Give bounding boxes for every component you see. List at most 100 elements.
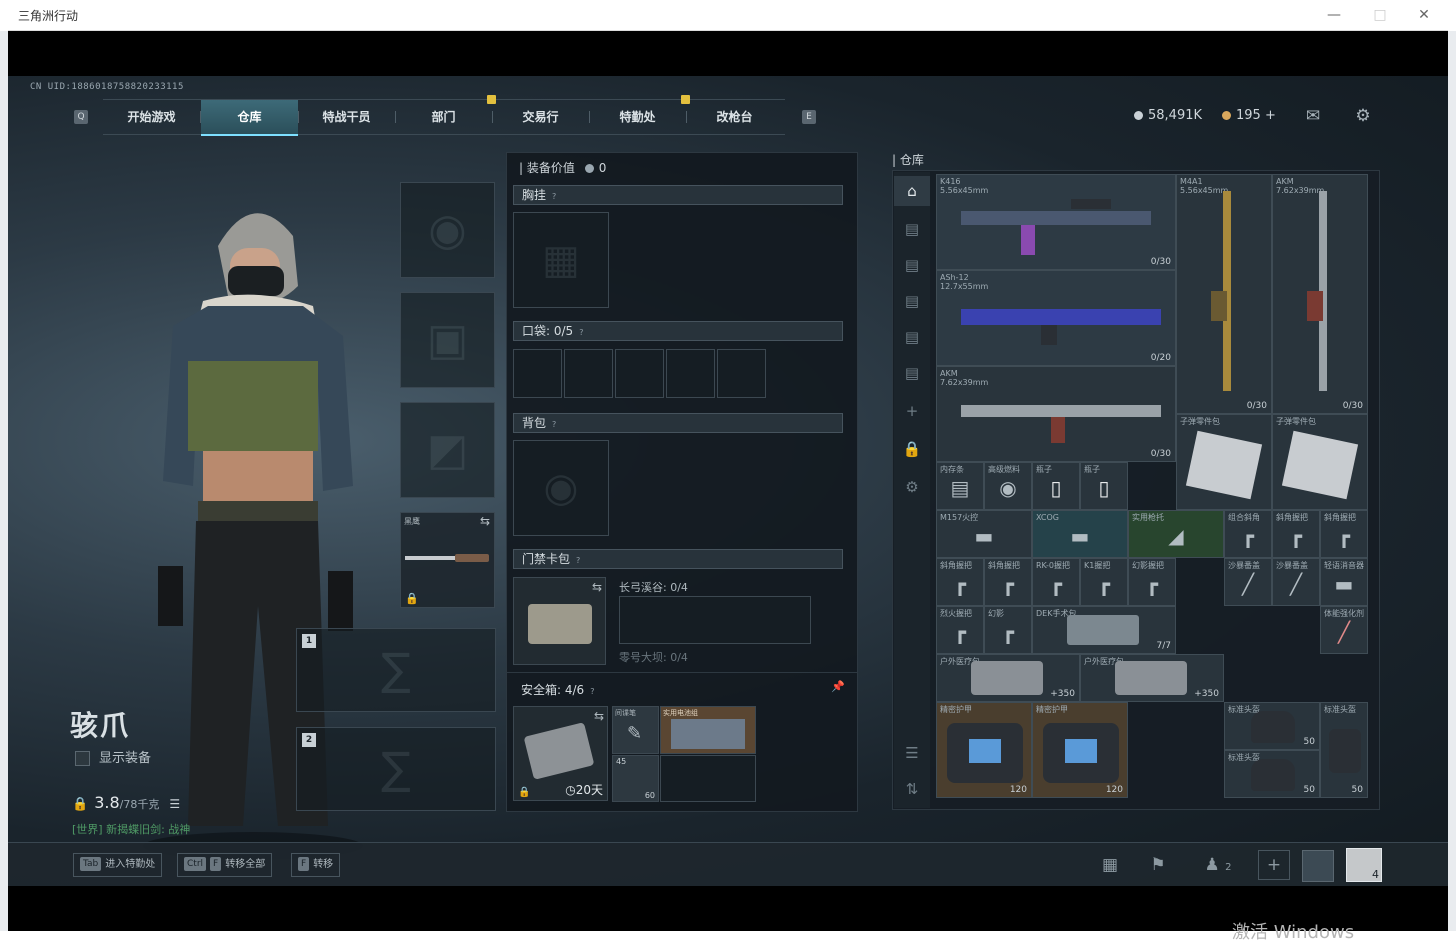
storage-item[interactable]: 瓶子 ▯ (1080, 462, 1128, 510)
storage-item[interactable]: 斜角握把 ┏ (1272, 510, 1320, 558)
helmet-slot[interactable]: ◉ (400, 182, 495, 278)
storage-item[interactable]: 实用枪托 ◢ (1128, 510, 1224, 558)
show-equipment-toggle[interactable]: 显示装备 (75, 747, 151, 766)
storage-item[interactable]: 轻语消音器 ▬ (1320, 558, 1368, 606)
storage-item[interactable]: K1握把 ┏ (1080, 558, 1128, 606)
storage-item[interactable]: 标准头盔 50 (1224, 750, 1320, 798)
pocket-slot[interactable] (717, 349, 766, 398)
storage-item[interactable]: 户外医疗包 +350 (936, 654, 1080, 702)
add-icon[interactable]: + (894, 396, 930, 426)
flag-icon[interactable]: ⚑ (1140, 850, 1176, 880)
nav-key-left[interactable]: Q (74, 110, 88, 124)
storage-category-icon[interactable]: ▤ (894, 250, 930, 280)
storage-category-icon[interactable]: ▤ (894, 322, 930, 352)
pocket-slot[interactable] (666, 349, 715, 398)
storage-category-icon[interactable]: ▤ (894, 214, 930, 244)
swap-icon[interactable]: ⇆ (592, 580, 602, 594)
layers-icon[interactable]: ☰ (894, 738, 930, 768)
storage-item[interactable]: 斜角握把 ┏ (936, 558, 984, 606)
checkbox[interactable] (75, 751, 90, 766)
player-avatar[interactable]: 4 (1346, 848, 1382, 882)
tab-special-ops[interactable]: 特勤处 (589, 100, 686, 134)
tab-department[interactable]: 部门 (395, 100, 492, 134)
tab-warehouse[interactable]: 仓库 (201, 100, 298, 136)
safebox-item[interactable]: 实用电池组 (660, 706, 756, 754)
armor-slot[interactable]: ▣ (400, 292, 495, 388)
storage-item[interactable]: 组合斜角 ┏ (1224, 510, 1272, 558)
safebox-slot[interactable]: ⇆ 🔒 ◷20天 (513, 706, 608, 801)
storage-item[interactable]: 户外医疗包 +350 (1080, 654, 1224, 702)
close-button[interactable]: ✕ (1414, 5, 1434, 25)
list-icon[interactable]: ☰ (169, 797, 180, 811)
backpack-slot[interactable]: ◉ (513, 440, 609, 536)
help-icon[interactable]: ? (552, 188, 556, 206)
secondary-weapon-slot[interactable]: 2 ∑ (296, 727, 496, 811)
storage-item[interactable]: 精密护甲 120 (1032, 702, 1128, 798)
hotkey-transfer-all[interactable]: Ctrl F 转移全部 (177, 853, 273, 877)
pistol-slot[interactable]: ◩ (400, 402, 495, 498)
key-slots[interactable] (619, 596, 811, 644)
storage-item[interactable]: M157火控 ▬ (936, 510, 1032, 558)
primary-weapon-slot[interactable]: 1 ∑ (296, 628, 496, 712)
storage-item[interactable]: 斜角握把 ┏ (984, 558, 1032, 606)
help-icon[interactable]: ? (576, 552, 580, 570)
pin-icon[interactable]: 📌 (831, 680, 845, 693)
storage-item[interactable]: 子弹零件包 (1272, 414, 1368, 510)
stats-icon[interactable]: ▦ (1092, 850, 1128, 880)
storage-item[interactable]: AKM 7.62x39mm 0/30 (1272, 174, 1368, 414)
settings-gear-icon[interactable]: ⚙ (1351, 105, 1375, 127)
tab-gunsmith[interactable]: 改枪台 (686, 100, 783, 134)
nav-key-right[interactable]: E (802, 110, 816, 124)
hotkey-transfer[interactable]: F 转移 (291, 853, 341, 877)
hotkey-special-ops[interactable]: Tab 进入特勤处 (73, 853, 163, 877)
storage-item[interactable]: 高级燃料 ◉ (984, 462, 1032, 510)
tab-market[interactable]: 交易行 (492, 100, 589, 134)
storage-item[interactable]: M4A1 5.56x45mm 0/30 (1176, 174, 1272, 414)
storage-item[interactable]: RK-0握把 ┏ (1032, 558, 1080, 606)
storage-item[interactable]: 幻影握把 ┏ (1128, 558, 1176, 606)
storage-item[interactable]: 标准头盔 50 (1320, 702, 1368, 798)
squad-icon[interactable]: ♟ 2 (1192, 850, 1244, 880)
melee-slot[interactable]: 黑鹰 ⇆ 🔒 (400, 512, 495, 608)
storage-item[interactable]: 内存条 ▤ (936, 462, 984, 510)
storage-item[interactable]: 精密护甲 120 (936, 702, 1032, 798)
help-icon[interactable]: ? (552, 416, 556, 434)
storage-item[interactable]: ASh-12 12.7x55mm 0/20 (936, 270, 1176, 366)
storage-item[interactable]: 标准头盔 50 (1224, 702, 1320, 750)
storage-item[interactable]: K416 5.56x45mm 0/30 (936, 174, 1176, 270)
safebox-empty-slot[interactable] (660, 755, 756, 802)
swap-icon[interactable]: ⇆ (594, 709, 604, 723)
storage-item[interactable]: 沙暴番盖 ╱ (1272, 558, 1320, 606)
storage-item[interactable]: 烈火握把 ┏ (936, 606, 984, 654)
pocket-slot[interactable] (615, 349, 664, 398)
storage-item[interactable]: 幻影 ┏ (984, 606, 1032, 654)
safebox-item[interactable]: 45 60 (612, 755, 659, 802)
storage-item[interactable]: AKM 7.62x39mm 0/30 (936, 366, 1176, 462)
pocket-slot[interactable] (513, 349, 562, 398)
invite-add-icon[interactable]: + (1258, 850, 1290, 880)
help-icon[interactable]: ? (579, 324, 583, 342)
chat-line[interactable]: [世界] 新揭蝶旧剑: 战神 (72, 821, 190, 837)
chest-rig-slot[interactable]: ▦ (513, 212, 609, 308)
swap-icon[interactable]: ⇆ (480, 514, 490, 528)
gear-icon[interactable]: ⚙ (894, 472, 930, 502)
teammate-avatar[interactable] (1302, 850, 1334, 882)
storage-item[interactable]: DEK手术包 7/7 (1032, 606, 1176, 654)
storage-category-icon[interactable]: ▤ (894, 358, 930, 388)
currency-premium[interactable]: 195 + (1222, 108, 1276, 123)
keycard-case-slot[interactable]: ⇆ (513, 577, 606, 665)
tab-start-game[interactable]: 开始游戏 (103, 100, 200, 134)
storage-item[interactable]: 瓶子 ▯ (1032, 462, 1080, 510)
storage-item[interactable]: 沙暴番盖 ╱ (1224, 558, 1272, 606)
safebox-item[interactable]: 间谍笔 ✎ (612, 706, 659, 754)
lock-icon[interactable]: 🔒 (894, 434, 930, 464)
sort-icon[interactable]: ⇅ (894, 774, 930, 804)
storage-item[interactable]: 斜角握把 ┏ (1320, 510, 1368, 558)
storage-item[interactable]: XCOG ▬ (1032, 510, 1128, 558)
help-icon[interactable]: ? (590, 687, 594, 696)
storage-home-icon[interactable]: ⌂ (894, 176, 930, 206)
mail-icon[interactable]: ✉ (1301, 105, 1325, 127)
minimize-button[interactable]: — (1324, 5, 1344, 25)
pocket-slot[interactable] (564, 349, 613, 398)
tab-operators[interactable]: 特战干员 (298, 100, 395, 134)
